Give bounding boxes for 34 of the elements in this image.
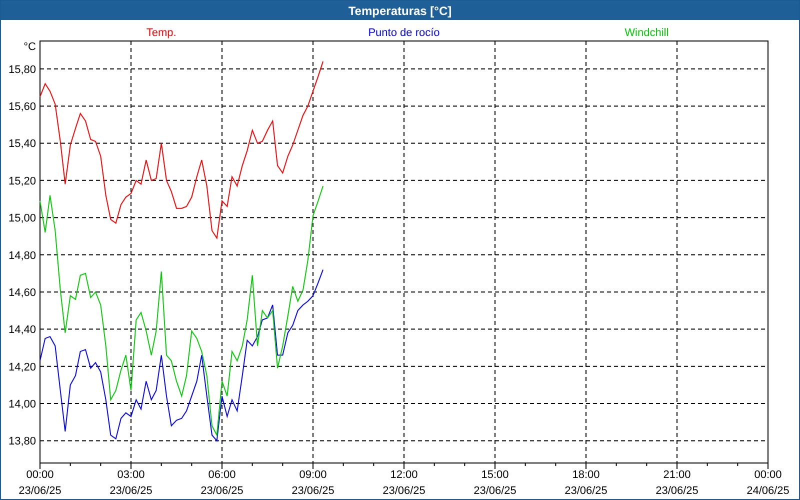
x-tick-date: 23/06/25 (382, 485, 426, 497)
y-tick-label: 15,80 (8, 64, 36, 76)
x-tick-label: 06:00 (208, 469, 236, 481)
x-tick-date: 23/06/25 (656, 485, 698, 497)
legend-label: Punto de rocío (368, 27, 440, 39)
x-tick-label: 21:00 (663, 469, 691, 481)
x-tick-date: 23/06/25 (200, 485, 244, 497)
y-tick-label: 14,80 (8, 250, 36, 262)
y-tick-label: 14,00 (8, 398, 36, 410)
y-tick-label: 14,40 (8, 324, 36, 336)
legend-label: Windchill (624, 27, 669, 39)
y-tick-label: 15,20 (8, 175, 36, 188)
y-tick-label: 13,80 (8, 436, 36, 448)
x-tick-label: 00:00 (26, 469, 54, 481)
x-tick-label: 00:00 (754, 469, 782, 481)
x-tick-label: 12:00 (390, 469, 418, 481)
legend-label: Temp. (146, 27, 176, 39)
x-tick-label: 18:00 (572, 469, 600, 481)
x-tick-date: 23/06/25 (18, 485, 62, 497)
y-tick-label: 15,40 (8, 138, 36, 150)
x-tick-date: 23/06/25 (110, 485, 152, 497)
y-tick-label: 14,60 (8, 286, 36, 299)
x-tick-label: 15:00 (481, 469, 509, 481)
window-title: Temperaturas [°C] (1, 1, 799, 20)
x-tick-date: 23/06/25 (564, 485, 608, 497)
y-tick-label: 15,60 (8, 101, 36, 114)
x-tick-label: 03:00 (117, 469, 145, 481)
x-tick-date: 23/06/25 (292, 485, 334, 497)
x-tick-label: 09:00 (299, 469, 327, 481)
y-tick-label: 15,00 (8, 212, 36, 225)
y-tick-label: 14,20 (8, 361, 36, 374)
axis-unit-label: °C (24, 41, 36, 53)
x-tick-date: 24/06/25 (746, 485, 790, 497)
x-tick-date: 23/06/25 (474, 485, 516, 497)
